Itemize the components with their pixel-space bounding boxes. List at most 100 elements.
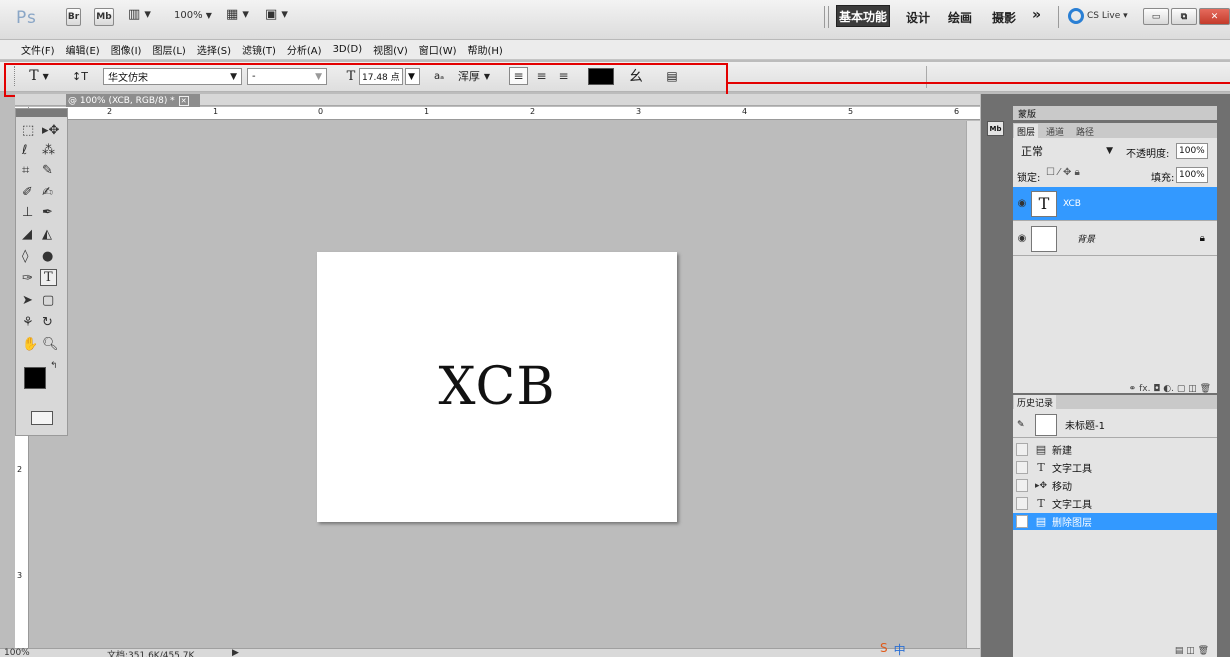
tab-masks[interactable]: 蒙版	[1015, 106, 1039, 120]
clone-stamp-tool-icon[interactable]: ⊥	[22, 205, 33, 220]
tab-history[interactable]: 历史记录	[1014, 395, 1057, 409]
close-document-icon[interactable]: ✕	[178, 95, 189, 106]
more-workspaces-button[interactable]: »	[1032, 7, 1041, 23]
hand-tool-icon[interactable]: ✋	[22, 337, 38, 352]
menu-help[interactable]: 帮助(H)	[468, 42, 503, 57]
system-tray: S 中	[880, 641, 980, 657]
visibility-eye-icon[interactable]: ◉	[1013, 233, 1031, 244]
menu-edit[interactable]: 编辑(E)	[66, 42, 100, 57]
document-tab[interactable]: @ 100% (XCB, RGB/8) * ✕	[66, 94, 200, 107]
canvas-text-layer[interactable]: XCB	[317, 357, 677, 417]
history-source-checkbox[interactable]	[1016, 461, 1028, 474]
ruler-label: 1	[213, 107, 219, 116]
eraser-tool-icon[interactable]: ◢	[22, 227, 32, 242]
minimize-button[interactable]: ▭	[1143, 8, 1169, 25]
tools-panel-header[interactable]	[16, 109, 67, 117]
ruler-label: 2	[530, 107, 536, 116]
history-source-checkbox[interactable]	[1016, 479, 1028, 492]
input-method-icon[interactable]: S	[880, 641, 888, 657]
status-zoom[interactable]: 100%	[4, 648, 30, 657]
swap-colors-icon[interactable]: ↰	[50, 361, 58, 371]
close-button[interactable]: ✕	[1199, 8, 1230, 25]
3d-orbit-tool-icon[interactable]: ↻	[42, 315, 53, 330]
zoom-tool-icon[interactable]: 🔍︎	[42, 337, 59, 352]
workspace-design[interactable]: 设计	[906, 9, 930, 26]
menu-image[interactable]: 图像(I)	[111, 42, 142, 57]
layer-row-xcb[interactable]: ◉ T XCB	[1013, 187, 1217, 221]
menu-view[interactable]: 视图(V)	[373, 42, 408, 57]
history-footer-icons[interactable]: ▤ ◫ 🗑	[1013, 646, 1217, 656]
extras-icon[interactable]: ▥ ▾	[128, 7, 151, 22]
menu-filter[interactable]: 滤镜(T)	[242, 42, 276, 57]
layers-footer-icons[interactable]: ⚭ fx. ◘ ◐. ▢ ◫ 🗑	[1013, 385, 1217, 394]
lasso-tool-icon[interactable]: ℓ	[22, 143, 27, 158]
brush-tool-icon[interactable]: ✍	[42, 185, 53, 200]
tray-chinese-icon[interactable]: 中	[894, 641, 906, 657]
blur-tool-icon[interactable]: ◊	[22, 249, 28, 264]
opacity-input[interactable]: 100%	[1176, 143, 1208, 159]
layer-thumbnail: T	[1031, 190, 1057, 217]
visibility-eye-icon[interactable]: ◉	[1013, 198, 1031, 209]
menu-select[interactable]: 选择(S)	[197, 42, 231, 57]
layer-row-background[interactable]: ◉ 背景 🔒︎	[1013, 222, 1217, 256]
tab-paths[interactable]: 路径	[1073, 124, 1097, 138]
cs-live-menu[interactable]: CS Live ▾	[1087, 11, 1128, 21]
history-brush-tool-icon[interactable]: ✒	[42, 205, 53, 220]
quick-selection-tool-icon[interactable]: ⁂	[42, 143, 55, 158]
options-separator	[926, 66, 927, 88]
move-tool-icon[interactable]: ▸✥	[42, 123, 59, 138]
masks-panel-header[interactable]: 蒙版	[1013, 106, 1217, 120]
history-source-checkbox[interactable]	[1016, 497, 1028, 510]
lock-icons[interactable]: ☐ ⁄ ✥ 🔒︎	[1046, 167, 1080, 178]
type-tool-icon[interactable]: T	[40, 269, 57, 286]
document-canvas[interactable]: XCB	[317, 252, 677, 522]
mini-bridge-panel-icon[interactable]: Mb	[987, 121, 1004, 136]
blend-mode-select[interactable]: 正常 ▼	[1017, 143, 1117, 159]
crop-tool-icon[interactable]: ⌗	[22, 163, 29, 178]
maximize-button[interactable]: ⧉	[1171, 8, 1197, 25]
screen-mode-icon[interactable]: ▣ ▾	[265, 7, 288, 22]
path-selection-tool-icon[interactable]: ➤	[22, 293, 33, 308]
history-snapshot[interactable]: ✎ 未标题-1	[1013, 412, 1217, 438]
rectangle-tool-icon[interactable]: ▢	[42, 293, 54, 308]
workspace-painting[interactable]: 绘画	[948, 9, 972, 26]
history-item[interactable]: T 文字工具	[1013, 459, 1217, 476]
arrange-documents-icon[interactable]: ▦ ▾	[226, 7, 249, 22]
menu-window[interactable]: 窗口(W)	[419, 42, 457, 57]
menu-3d[interactable]: 3D(D)	[333, 44, 363, 55]
menu-file[interactable]: 文件(F)	[21, 42, 55, 57]
history-source-checkbox[interactable]	[1016, 443, 1028, 456]
3d-rotate-tool-icon[interactable]: ⚘	[22, 315, 34, 330]
quick-mask-button[interactable]	[31, 411, 53, 425]
horizontal-ruler[interactable]: 2 1 0 1 2 3 4 5 6	[15, 107, 980, 120]
bridge-button[interactable]: Br	[66, 8, 81, 26]
foreground-color-swatch[interactable]	[24, 367, 46, 389]
marquee-tool-icon[interactable]: ⬚	[22, 123, 34, 138]
history-item[interactable]: ▸✥ 移动	[1013, 477, 1217, 494]
status-doc-info: 文档:351.6K/455.7K	[107, 651, 195, 657]
history-item[interactable]: ▤ 新建	[1013, 441, 1217, 458]
eyedropper-tool-icon[interactable]: ✎	[42, 163, 53, 178]
workspace-photography[interactable]: 摄影	[992, 9, 1016, 26]
workspace-essentials[interactable]: 基本功能	[836, 5, 890, 27]
healing-brush-tool-icon[interactable]: ✐	[22, 185, 33, 200]
tab-channels[interactable]: 通道	[1043, 124, 1067, 138]
zoom-level-select[interactable]: 100% ▼	[174, 10, 212, 21]
status-bar: 100% 文档:351.6K/455.7K ▶	[0, 648, 980, 657]
history-item[interactable]: T 文字工具	[1013, 495, 1217, 512]
dodge-tool-icon[interactable]: ●	[42, 249, 53, 264]
tab-layers[interactable]: 图层	[1014, 124, 1039, 138]
zoom-level-value: 100%	[174, 10, 203, 21]
history-item-selected[interactable]: ▤ 删除图层	[1013, 513, 1217, 530]
mini-bridge-button[interactable]: Mb	[94, 8, 114, 26]
history-source-checkbox[interactable]	[1016, 515, 1028, 528]
pen-tool-icon[interactable]: ✑	[22, 271, 33, 286]
delete-layer-icon: ▤	[1035, 515, 1047, 528]
paint-bucket-tool-icon[interactable]: ◭	[42, 227, 52, 242]
menu-layer[interactable]: 图层(L)	[152, 42, 185, 57]
menu-analysis[interactable]: 分析(A)	[287, 42, 322, 57]
highlight-line	[728, 82, 1230, 84]
fill-input[interactable]: 100%	[1176, 167, 1208, 183]
vertical-scrollbar[interactable]	[966, 121, 980, 648]
status-menu-icon[interactable]: ▶	[232, 648, 239, 657]
